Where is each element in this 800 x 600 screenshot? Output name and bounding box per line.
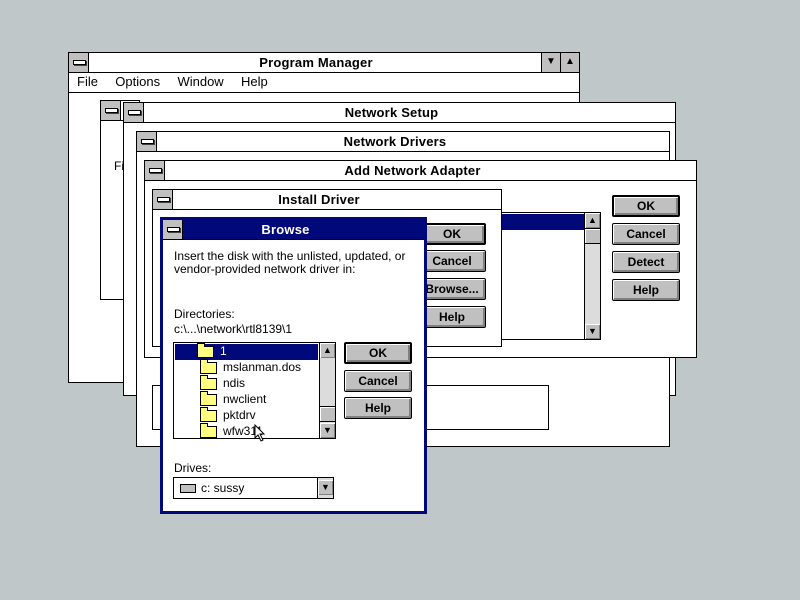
scroll-down-icon[interactable]: ▼ bbox=[585, 324, 600, 339]
drive-icon bbox=[180, 484, 196, 493]
system-menu-icon[interactable] bbox=[163, 220, 183, 239]
folder-label: ndis bbox=[223, 376, 246, 390]
program-manager-titlebar[interactable]: Program Manager ▼ ▲ bbox=[69, 53, 579, 73]
window-title: Network Drivers bbox=[343, 134, 447, 149]
folder-label: pktdrv bbox=[223, 408, 256, 422]
system-menu-icon[interactable] bbox=[153, 190, 173, 209]
folder-label: 1 bbox=[220, 344, 227, 358]
system-menu-icon[interactable] bbox=[101, 101, 121, 120]
browse-instruction: Insert the disk with the unlisted, updat… bbox=[174, 249, 406, 276]
list-item[interactable]: 1 bbox=[175, 342, 318, 360]
list-item[interactable]: nwclient bbox=[178, 390, 267, 408]
browse-dialog: Browse Insert the disk with the unlisted… bbox=[160, 217, 427, 514]
drives-select[interactable]: c: sussy ▼ bbox=[173, 477, 334, 499]
network-drivers-titlebar[interactable]: Network Drivers bbox=[137, 132, 669, 152]
browse-cancel-button[interactable]: Cancel bbox=[344, 370, 412, 392]
install-driver-titlebar[interactable]: Install Driver bbox=[153, 190, 501, 210]
network-setup-titlebar[interactable]: Network Setup bbox=[124, 103, 675, 123]
folder-icon bbox=[200, 390, 217, 406]
browse-titlebar[interactable]: Browse bbox=[163, 220, 424, 240]
folder-icon bbox=[200, 374, 217, 390]
scroll-up-icon[interactable]: ▲ bbox=[320, 343, 335, 358]
menu-window[interactable]: Window bbox=[177, 74, 223, 89]
window-title: Install Driver bbox=[278, 192, 360, 207]
adapter-detect-button[interactable]: Detect bbox=[612, 251, 680, 273]
drives-label: Drives: bbox=[174, 461, 212, 475]
adapter-cancel-button[interactable]: Cancel bbox=[612, 223, 680, 245]
window-title: Program Manager bbox=[259, 55, 373, 70]
add-network-adapter-titlebar[interactable]: Add Network Adapter bbox=[145, 161, 696, 181]
folder-icon bbox=[200, 358, 217, 374]
list-item[interactable]: pktdrv bbox=[178, 406, 256, 424]
window-title: Network Setup bbox=[344, 105, 439, 120]
browse-help-button[interactable]: Help bbox=[344, 397, 412, 419]
minimize-icon[interactable]: ▼ bbox=[541, 53, 560, 72]
browse-ok-button[interactable]: OK bbox=[344, 342, 412, 364]
menu-options[interactable]: Options bbox=[115, 74, 160, 89]
drive-value: c: sussy bbox=[201, 481, 245, 495]
scroll-up-icon[interactable]: ▲ bbox=[585, 213, 600, 228]
menu-help[interactable]: Help bbox=[241, 74, 268, 89]
folder-icon bbox=[200, 422, 217, 438]
scroll-thumb[interactable] bbox=[320, 406, 335, 422]
menu-divider bbox=[69, 92, 579, 93]
system-menu-icon[interactable] bbox=[69, 53, 89, 72]
directories-label: Directories: bbox=[174, 307, 235, 321]
scroll-thumb[interactable] bbox=[585, 228, 600, 244]
menu-bar: File Options Window Help bbox=[77, 74, 282, 92]
dropdown-button[interactable]: ▼ bbox=[317, 478, 333, 498]
list-item[interactable]: mslanman.dos bbox=[178, 358, 302, 376]
folder-label: nwclient bbox=[223, 392, 267, 406]
folder-label: mslanman.dos bbox=[223, 360, 302, 374]
system-menu-icon[interactable] bbox=[137, 132, 157, 151]
install-cancel-button[interactable]: Cancel bbox=[418, 250, 486, 272]
system-menu-icon[interactable] bbox=[145, 161, 165, 180]
current-path: c:\...\network\rtl8139\1 bbox=[174, 322, 293, 336]
adapter-list-scrollbar[interactable]: ▲ ▼ bbox=[584, 213, 600, 339]
install-ok-button[interactable]: OK bbox=[418, 223, 486, 245]
folder-icon bbox=[200, 406, 217, 422]
chevron-down-icon[interactable]: ▼ bbox=[318, 480, 333, 495]
open-folder-icon bbox=[197, 342, 214, 358]
mouse-cursor-icon bbox=[254, 424, 266, 442]
scroll-down-icon[interactable]: ▼ bbox=[320, 423, 335, 438]
directory-scrollbar[interactable]: ▲ ▼ bbox=[319, 343, 335, 438]
install-browse-button[interactable]: Browse... bbox=[418, 278, 486, 300]
window-title: Add Network Adapter bbox=[344, 163, 481, 178]
adapter-ok-button[interactable]: OK bbox=[612, 195, 680, 217]
list-item[interactable]: ndis bbox=[178, 374, 246, 392]
menu-file[interactable]: File bbox=[77, 74, 98, 89]
adapter-help-button[interactable]: Help bbox=[612, 279, 680, 301]
system-menu-icon[interactable] bbox=[124, 103, 144, 122]
window-title: Browse bbox=[261, 222, 310, 237]
maximize-icon[interactable]: ▲ bbox=[560, 53, 579, 72]
list-item[interactable]: wfw311 bbox=[178, 422, 263, 440]
install-help-button[interactable]: Help bbox=[418, 306, 486, 328]
